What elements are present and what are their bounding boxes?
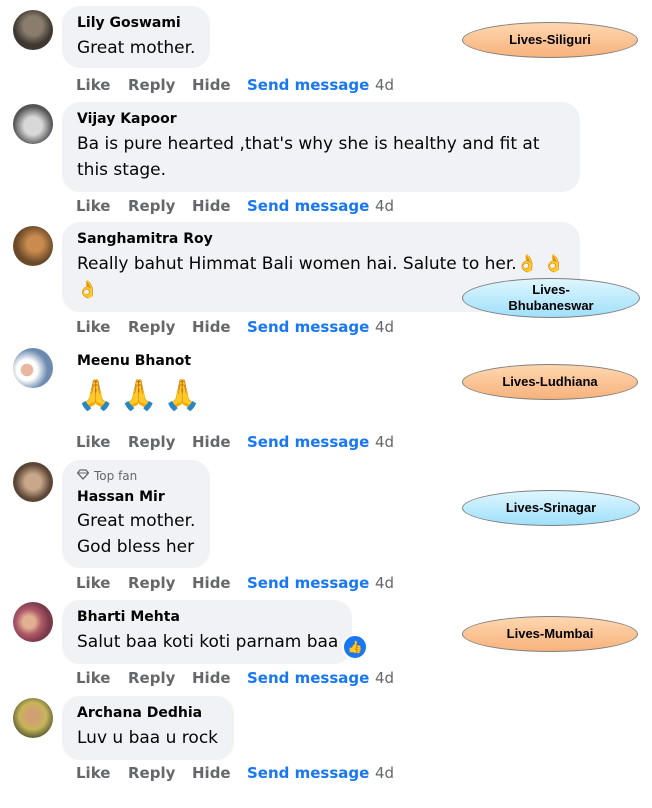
avatar[interactable]: [13, 104, 53, 144]
reply-button[interactable]: Reply: [128, 433, 192, 451]
comment-bubble: Bharti Mehta Salut baa koti koti parnam …: [62, 600, 352, 664]
like-button[interactable]: Like: [76, 76, 128, 94]
commenter-name[interactable]: Hassan Mir: [77, 488, 198, 506]
timestamp[interactable]: 4d: [375, 669, 394, 687]
comment-bubble: Meenu Bhanot 🙏🙏🙏: [77, 352, 207, 414]
location-label-mumbai: Lives-Mumbai: [462, 616, 638, 652]
commenter-name[interactable]: Meenu Bhanot: [77, 352, 207, 370]
comment-actions: Like Reply Hide Send message 4d: [76, 574, 394, 592]
location-label-line: Bhubaneswar: [508, 298, 594, 313]
comment-actions: Like Reply Hide Send message 4d: [76, 76, 394, 94]
folded-hands-emoji: 🙏🙏🙏: [77, 378, 208, 413]
like-button[interactable]: Like: [76, 318, 128, 336]
send-message-button[interactable]: Send message: [247, 574, 375, 592]
timestamp[interactable]: 4d: [375, 318, 394, 336]
location-label-srinagar: Lives-Srinagar: [462, 490, 640, 526]
comment-text-line: this stage.: [77, 160, 167, 180]
comment-text-line: Really bahut Himmat Bali women hai. Salu…: [77, 254, 517, 274]
comment-text-line: God bless her: [77, 537, 195, 557]
like-button[interactable]: Like: [76, 433, 128, 451]
comment-actions: Like Reply Hide Send message 4d: [76, 669, 394, 687]
commenter-name[interactable]: Sanghamitra Roy: [77, 230, 568, 248]
send-message-button[interactable]: Send message: [247, 433, 375, 451]
hide-button[interactable]: Hide: [192, 764, 247, 782]
location-label-text: Lives-Siliguri: [509, 32, 591, 47]
location-label-line: Lives-: [532, 282, 570, 297]
comment-bubble: Vijay Kapoor Ba is pure hearted ,that's …: [62, 102, 580, 192]
like-button[interactable]: Like: [76, 197, 128, 215]
comment-text: Great mother. God bless her: [77, 508, 198, 560]
comment-bubble: Lily Goswami Great mother.: [62, 6, 210, 68]
send-message-button[interactable]: Send message: [247, 669, 375, 687]
top-fan-badge: Top fan: [76, 468, 198, 484]
timestamp[interactable]: 4d: [375, 574, 394, 592]
commenter-name[interactable]: Lily Goswami: [77, 14, 198, 32]
hide-button[interactable]: Hide: [192, 433, 247, 451]
top-fan-label: Top fan: [94, 469, 138, 483]
reply-button[interactable]: Reply: [128, 76, 192, 94]
comment-text-line: Great mother.: [77, 511, 196, 531]
avatar[interactable]: [13, 226, 53, 266]
hide-button[interactable]: Hide: [192, 318, 247, 336]
like-reaction-icon[interactable]: 👍: [342, 634, 368, 660]
commenter-name[interactable]: Archana Dedhia: [77, 704, 222, 722]
comment-bubble: Archana Dedhia Luv u baa u rock: [62, 696, 234, 760]
send-message-button[interactable]: Send message: [247, 197, 375, 215]
send-message-button[interactable]: Send message: [247, 76, 375, 94]
comment-actions: Like Reply Hide Send message 4d: [76, 433, 394, 451]
location-label-siliguri: Lives-Siliguri: [462, 22, 638, 58]
location-label-text: Lives-Ludhiana: [502, 374, 598, 389]
avatar[interactable]: [13, 348, 53, 388]
reply-button[interactable]: Reply: [128, 574, 192, 592]
comment-text: Luv u baa u rock: [77, 728, 219, 748]
timestamp[interactable]: 4d: [375, 76, 394, 94]
comment-text-line: Ba is pure hearted ,that's why she is he…: [77, 134, 540, 154]
hide-button[interactable]: Hide: [192, 76, 247, 94]
comment-actions: Like Reply Hide Send message 4d: [76, 318, 394, 336]
location-label-text: Lives-Srinagar: [505, 500, 597, 515]
hide-button[interactable]: Hide: [192, 574, 247, 592]
comment-text: Great mother.: [77, 38, 196, 58]
commenter-name[interactable]: Bharti Mehta: [77, 608, 340, 626]
location-label-text: Lives-Mumbai: [506, 626, 594, 641]
like-button[interactable]: Like: [76, 764, 128, 782]
comment-actions: Like Reply Hide Send message 4d: [76, 764, 394, 782]
avatar[interactable]: [13, 602, 53, 642]
comment-bubble: Top fan Hassan Mir Great mother. God ble…: [62, 460, 210, 568]
avatar[interactable]: [13, 10, 53, 50]
reply-button[interactable]: Reply: [128, 764, 192, 782]
timestamp[interactable]: 4d: [375, 197, 394, 215]
comment-actions: Like Reply Hide Send message 4d: [76, 197, 394, 215]
comment-text: Salut baa koti koti parnam baa: [77, 632, 339, 652]
avatar[interactable]: [13, 462, 53, 502]
location-label-ludhiana: Lives-Ludhiana: [462, 364, 638, 400]
reply-button[interactable]: Reply: [128, 318, 192, 336]
timestamp[interactable]: 4d: [375, 764, 394, 782]
like-button[interactable]: Like: [76, 669, 128, 687]
send-message-button[interactable]: Send message: [247, 764, 375, 782]
avatar[interactable]: [13, 698, 53, 738]
location-label-text: Lives- Bhubaneswar: [508, 282, 593, 314]
diamond-icon: [76, 468, 90, 484]
ok-hand-emoji: 👌: [516, 254, 538, 274]
send-message-button[interactable]: Send message: [247, 318, 375, 336]
hide-button[interactable]: Hide: [192, 669, 247, 687]
reply-button[interactable]: Reply: [128, 197, 192, 215]
timestamp[interactable]: 4d: [375, 433, 394, 451]
ok-hand-emoji: 👌: [77, 280, 99, 300]
comment-text: Ba is pure hearted ,that's why she is he…: [77, 131, 568, 183]
reply-button[interactable]: Reply: [128, 669, 192, 687]
location-label-bhubaneswar: Lives- Bhubaneswar: [462, 278, 640, 318]
ok-hand-emoji: 👌: [543, 254, 565, 274]
commenter-name[interactable]: Vijay Kapoor: [77, 110, 568, 128]
hide-button[interactable]: Hide: [192, 197, 247, 215]
like-button[interactable]: Like: [76, 574, 128, 592]
